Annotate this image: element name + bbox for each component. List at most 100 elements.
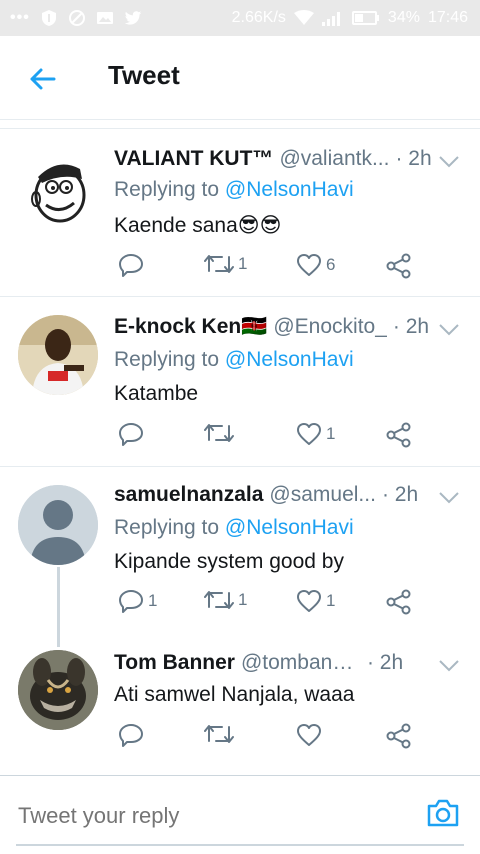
chevron-down-icon[interactable]	[438, 323, 460, 337]
replying-to: Replying to @NelsonHavi	[114, 178, 354, 201]
avatar[interactable]	[18, 485, 98, 565]
clock: 17:46	[427, 9, 468, 26]
notification-dots: •••	[10, 9, 30, 26]
heart-icon	[297, 724, 321, 746]
reply-input[interactable]	[18, 803, 378, 829]
display-name[interactable]: samuelnanzala	[114, 483, 263, 507]
reply-icon	[119, 724, 143, 747]
like-count: 6	[326, 255, 336, 274]
wifi-icon	[293, 10, 314, 25]
share-button[interactable]	[386, 253, 412, 279]
tweet-text: Kipande system good by	[114, 550, 344, 573]
avatar[interactable]	[18, 650, 98, 730]
username[interactable]: @Enockito_	[273, 315, 387, 339]
retweet-icon	[204, 591, 234, 609]
retweet-button[interactable]: 1	[204, 253, 247, 275]
reply-button[interactable]	[118, 422, 148, 446]
retweet-count: 1	[238, 254, 248, 273]
avatar[interactable]	[18, 149, 98, 229]
signal-icon	[321, 12, 340, 26]
reply-button[interactable]	[118, 253, 148, 277]
tweet[interactable]: E-knock Ken🇰🇪 @Enockito_ · 2h Replying t…	[0, 296, 480, 466]
tweet-actions: 1 1 1	[114, 589, 424, 619]
timestamp: · 2h	[366, 651, 404, 674]
back-button[interactable]	[22, 62, 62, 96]
tweet-text: Ati samwel Nanjala, waaa	[114, 683, 355, 706]
mention-link[interactable]: @NelsonHavi	[225, 348, 354, 371]
tweet-header: E-knock Ken🇰🇪 @Enockito_ · 2h	[114, 315, 464, 339]
tweet-header: samuelnanzala @samuel... · 2h	[114, 483, 464, 507]
tweet-thread: samuelnanzala @samuel... · 2h Replying t…	[0, 466, 480, 765]
replying-to: Replying to @NelsonHavi	[114, 348, 354, 371]
username[interactable]: @samuel...	[269, 483, 376, 507]
mention-link[interactable]: @NelsonHavi	[225, 178, 354, 201]
timestamp: · 2h	[392, 315, 430, 338]
app-header: Tweet	[0, 36, 480, 120]
twitter-bird-icon	[124, 11, 142, 25]
battery-percent: 34%	[387, 9, 420, 26]
heart-icon	[297, 254, 321, 276]
like-count: 1	[326, 424, 336, 443]
retweet-button[interactable]: 1	[204, 589, 247, 611]
timestamp: · 2h	[381, 483, 419, 506]
page-title: Tweet	[108, 60, 180, 90]
display-name[interactable]: Tom Banner	[114, 651, 235, 675]
retweet-icon	[204, 424, 234, 442]
network-speed: 2.66K/s	[231, 9, 286, 26]
thread-line	[57, 567, 60, 647]
avatar[interactable]	[18, 315, 98, 395]
display-name[interactable]: E-knock Ken🇰🇪	[114, 315, 267, 339]
like-button[interactable]	[296, 723, 326, 747]
tweet-actions: 1	[114, 422, 424, 452]
reply-icon	[119, 254, 143, 277]
like-button[interactable]: 6	[296, 253, 335, 277]
retweet-icon	[204, 725, 234, 743]
share-button[interactable]	[386, 422, 412, 448]
like-button[interactable]: 1	[296, 422, 335, 446]
camera-icon[interactable]	[426, 798, 460, 828]
like-count: 1	[326, 591, 336, 610]
retweet-button[interactable]	[204, 723, 238, 745]
chevron-down-icon[interactable]	[438, 659, 460, 673]
shield-icon	[41, 10, 56, 26]
replying-to: Replying to @NelsonHavi	[114, 516, 354, 539]
chevron-down-icon[interactable]	[438, 491, 460, 505]
retweet-icon	[204, 255, 234, 273]
reply-count: 1	[148, 591, 158, 610]
blocked-icon	[68, 10, 85, 26]
tweet[interactable]: VALIANT KUT™ @valiantk... · 2h Replying …	[0, 128, 480, 296]
heart-icon	[297, 423, 321, 445]
chevron-down-icon[interactable]	[438, 155, 460, 169]
share-button[interactable]	[386, 589, 412, 615]
reply-icon	[119, 423, 143, 446]
timestamp: · 2h	[395, 147, 432, 170]
image-icon	[96, 12, 113, 24]
battery-icon	[351, 11, 379, 25]
username[interactable]: @tombanner...	[241, 651, 361, 675]
mention-link[interactable]: @NelsonHavi	[225, 516, 354, 539]
heart-icon	[297, 590, 321, 612]
reply-list: VALIANT KUT™ @valiantk... · 2h Replying …	[0, 128, 480, 765]
reply-icon	[119, 590, 143, 613]
tweet-text: Katambe	[114, 382, 199, 405]
tweet-actions	[114, 723, 424, 753]
share-icon	[386, 422, 411, 448]
share-button[interactable]	[386, 723, 412, 749]
username[interactable]: @valiantk...	[279, 147, 389, 171]
share-icon	[386, 253, 411, 279]
retweet-button[interactable]	[204, 422, 238, 444]
share-icon	[386, 723, 411, 749]
reply-underline	[16, 844, 464, 846]
display-name[interactable]: VALIANT KUT™	[114, 147, 273, 171]
tweet-text: Kaende sana😎😎	[114, 214, 282, 237]
share-icon	[386, 589, 411, 615]
status-bar: ••• 2.66K/s 34% 17:46	[0, 0, 480, 36]
reply-button[interactable]	[118, 723, 148, 747]
tweet-header: Tom Banner @tombanner... · 2h	[114, 651, 464, 675]
reply-composer	[0, 775, 480, 854]
retweet-count: 1	[238, 590, 248, 609]
like-button[interactable]: 1	[296, 589, 335, 613]
tweet-actions: 1 6	[114, 253, 424, 283]
arrow-left-icon	[30, 68, 56, 90]
reply-button[interactable]: 1	[118, 589, 157, 613]
